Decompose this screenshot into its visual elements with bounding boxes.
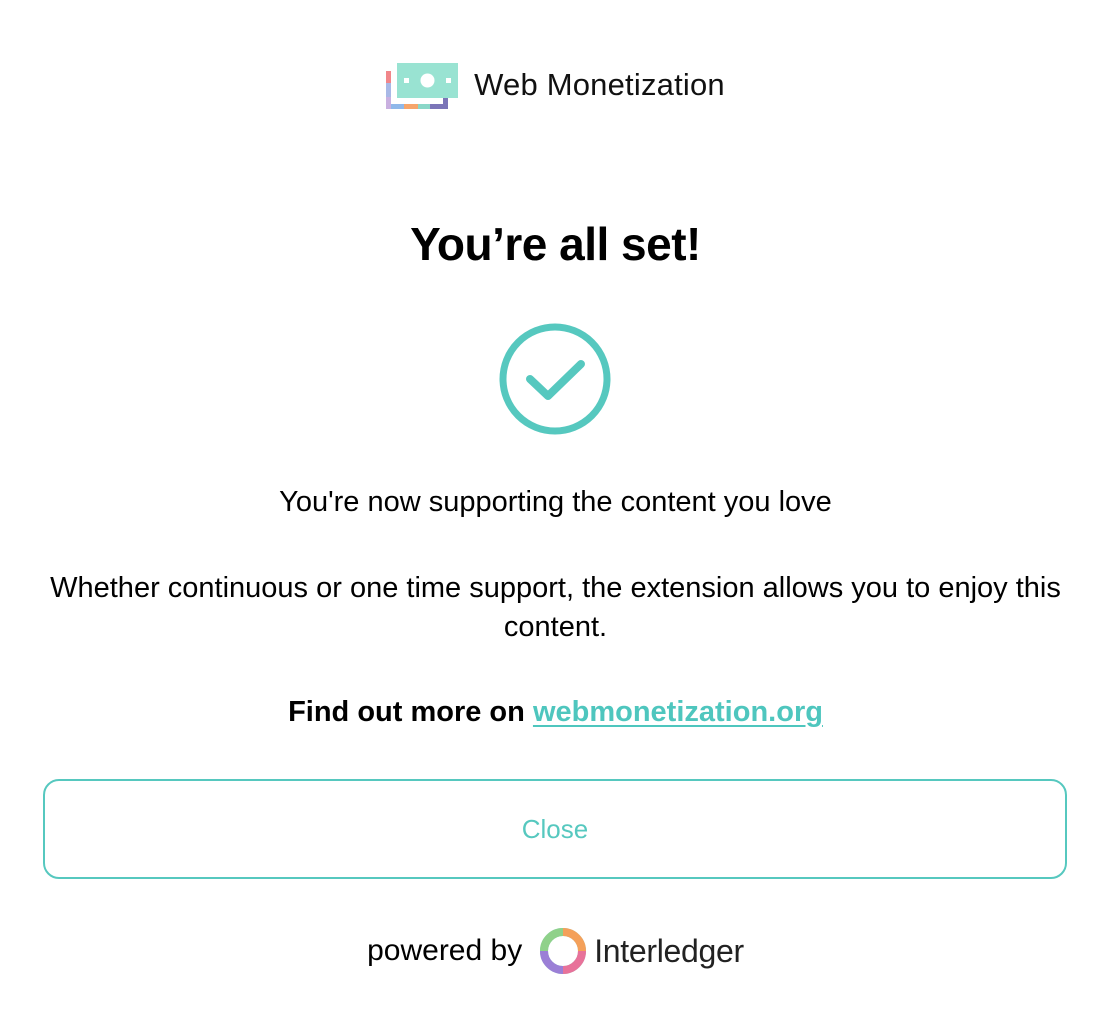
header: Web Monetization bbox=[0, 60, 1111, 110]
brand-name: Web Monetization bbox=[474, 67, 725, 102]
find-out-more-prefix: Find out more on bbox=[288, 696, 525, 728]
page-title: You’re all set! bbox=[410, 218, 701, 270]
footer: powered by Interledger bbox=[0, 925, 1111, 977]
success-subtitle: You're now supporting the content you lo… bbox=[279, 486, 832, 518]
web-monetization-logo-icon bbox=[386, 63, 459, 109]
find-out-more-text: Find out more on webmonetization.org bbox=[0, 692, 1111, 732]
interledger-logo-icon bbox=[540, 928, 587, 974]
close-button[interactable]: Close bbox=[43, 779, 1067, 879]
interledger-wordmark: Interledger bbox=[594, 933, 744, 969]
description-text: Whether continuous or one time support, … bbox=[50, 572, 1061, 643]
powered-by-label: powered by bbox=[367, 934, 523, 967]
webmonetization-link[interactable]: webmonetization.org bbox=[533, 696, 823, 728]
checkmark-circle-icon bbox=[499, 323, 611, 435]
